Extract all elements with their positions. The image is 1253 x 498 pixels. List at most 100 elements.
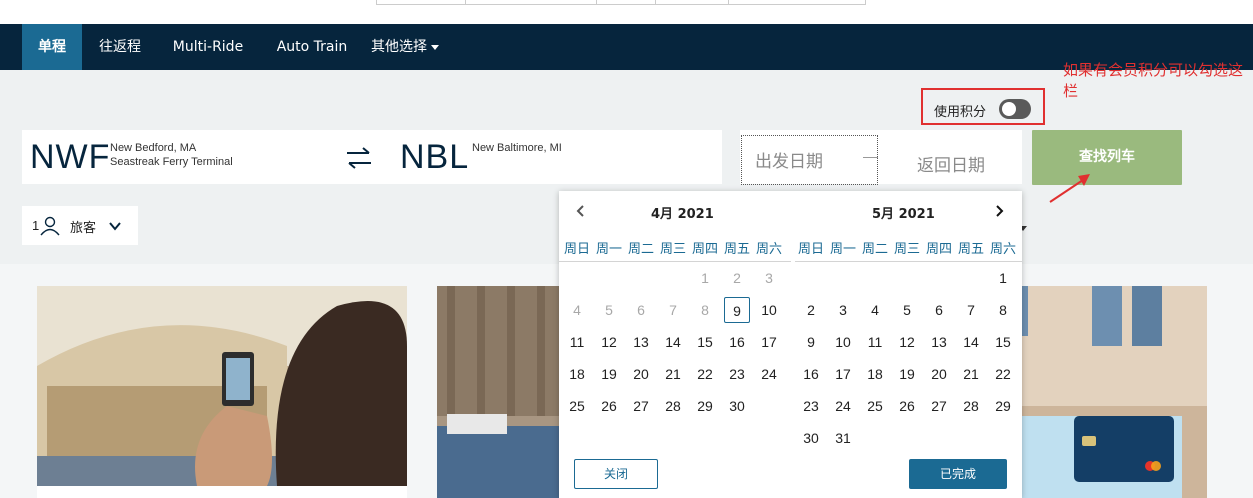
calendar-day[interactable]: 1 <box>990 265 1016 291</box>
weekday-divider <box>559 261 791 262</box>
use-points-label: 使用积分 <box>934 105 987 120</box>
date-separator <box>863 157 878 158</box>
destination-station-code[interactable]: NBL <box>400 138 469 177</box>
calendar-day[interactable]: 26 <box>596 393 622 419</box>
top-toolbar-strip <box>0 0 1253 24</box>
tab-more-options[interactable]: 其他选择 <box>364 24 446 70</box>
calendar-day[interactable]: 16 <box>798 361 824 387</box>
calendar-day[interactable]: 31 <box>830 425 856 451</box>
calendar-day[interactable]: 28 <box>660 393 686 419</box>
weekday-label: 周四 <box>925 242 952 257</box>
passenger-selector[interactable]: 1 旅客 <box>22 206 138 245</box>
tab-auto-train[interactable]: Auto Train <box>266 24 358 70</box>
calendar-day[interactable]: 22 <box>692 361 718 387</box>
return-date-field[interactable]: 返回日期 <box>917 151 985 176</box>
calendar-day[interactable]: 16 <box>724 329 750 355</box>
calendar-day[interactable]: 24 <box>756 361 782 387</box>
calendar-day[interactable]: 23 <box>798 393 824 419</box>
calendar-day[interactable]: 30 <box>724 393 750 419</box>
calendar-day[interactable]: 25 <box>862 393 888 419</box>
calendar-day[interactable]: 19 <box>894 361 920 387</box>
weekday-label: 周六 <box>755 242 782 257</box>
tab-round-trip[interactable]: 往返程 <box>86 24 154 70</box>
passenger-count: 1 <box>32 218 40 233</box>
calendar-day[interactable]: 29 <box>990 393 1016 419</box>
calendar-day[interactable]: 3 <box>830 297 856 323</box>
tab-one-way[interactable]: 单程 <box>22 24 82 70</box>
tab-more-options-label: 其他选择 <box>371 39 427 55</box>
calendar-day[interactable]: 24 <box>830 393 856 419</box>
depart-date-placeholder: 出发日期 <box>755 152 823 172</box>
calendar-day[interactable]: 27 <box>926 393 952 419</box>
calendar-day[interactable]: 10 <box>756 297 782 323</box>
calendar-day[interactable]: 6 <box>926 297 952 323</box>
calendar-day[interactable]: 28 <box>958 393 984 419</box>
promo-card-station-photo[interactable] <box>37 286 407 498</box>
calendar-day[interactable]: 30 <box>798 425 824 451</box>
calendar-done-button[interactable]: 已完成 <box>909 459 1007 489</box>
promo-card-bedroom-photo[interactable] <box>437 286 559 498</box>
calendar-day[interactable]: 13 <box>628 329 654 355</box>
calendar-day[interactable]: 14 <box>660 329 686 355</box>
weekday-label: 周日 <box>563 242 590 257</box>
route-selector: NWF New Bedford, MA Seastreak Ferry Term… <box>22 130 722 184</box>
origin-station-name: Seastreak Ferry Terminal <box>110 156 233 168</box>
calendar-day[interactable]: 5 <box>894 297 920 323</box>
calendar-day[interactable]: 8 <box>990 297 1016 323</box>
calendar-day[interactable]: 15 <box>990 329 1016 355</box>
top-toolbar-segment <box>376 0 466 5</box>
calendar-day[interactable]: 17 <box>830 361 856 387</box>
calendar-close-button[interactable]: 关闭 <box>574 459 658 489</box>
weekday-divider <box>795 261 1022 262</box>
calendar-day[interactable]: 12 <box>596 329 622 355</box>
top-toolbar-segment <box>465 0 597 5</box>
calendar-day[interactable]: 4 <box>862 297 888 323</box>
calendar-day[interactable]: 18 <box>862 361 888 387</box>
promo-card-beach-credit-card[interactable] <box>1022 286 1207 498</box>
weekday-label: 周二 <box>627 242 654 257</box>
calendar-day[interactable]: 11 <box>564 329 590 355</box>
calendar-day[interactable]: 19 <box>596 361 622 387</box>
weekday-label: 周日 <box>797 242 824 257</box>
use-points-toggle[interactable] <box>999 99 1031 119</box>
weekday-label: 周三 <box>659 242 686 257</box>
bedroom-photo-image <box>437 286 559 498</box>
calendar-day[interactable]: 26 <box>894 393 920 419</box>
toggle-knob <box>1002 102 1016 116</box>
calendar-day[interactable]: 21 <box>660 361 686 387</box>
calendar-day[interactable]: 12 <box>894 329 920 355</box>
destination-city: New Baltimore, MI <box>472 142 562 154</box>
calendar-day[interactable]: 14 <box>958 329 984 355</box>
weekday-label: 周五 <box>723 242 750 257</box>
calendar-day[interactable]: 20 <box>926 361 952 387</box>
calendar-day[interactable]: 9 <box>798 329 824 355</box>
calendar-day[interactable]: 27 <box>628 393 654 419</box>
calendar-day: 8 <box>701 302 709 318</box>
calendar-day[interactable]: 21 <box>958 361 984 387</box>
calendar-day[interactable]: 7 <box>958 297 984 323</box>
calendar-day[interactable]: 17 <box>756 329 782 355</box>
top-toolbar-segment <box>596 0 656 5</box>
calendar-day[interactable]: 10 <box>830 329 856 355</box>
calendar-day[interactable]: 11 <box>862 329 888 355</box>
calendar-day[interactable]: 22 <box>990 361 1016 387</box>
weekday-label: 周一 <box>595 242 622 257</box>
tab-multi-ride[interactable]: Multi-Ride <box>162 24 254 70</box>
calendar-day[interactable]: 9 <box>724 297 750 323</box>
calendar-day[interactable]: 29 <box>692 393 718 419</box>
station-photo-image <box>37 286 407 498</box>
calendar-day[interactable]: 25 <box>564 393 590 419</box>
origin-station-code[interactable]: NWF <box>30 138 110 177</box>
calendar-day[interactable]: 20 <box>628 361 654 387</box>
calendar-day[interactable]: 13 <box>926 329 952 355</box>
swap-stations-icon[interactable] <box>345 144 373 172</box>
calendar-day[interactable]: 15 <box>692 329 718 355</box>
date-selector: 出发日期 返回日期 <box>740 130 1022 185</box>
chevron-left-icon[interactable] <box>573 203 589 219</box>
calendar-day[interactable]: 23 <box>724 361 750 387</box>
top-toolbar-segment <box>728 0 866 5</box>
calendar-day[interactable]: 18 <box>564 361 590 387</box>
calendar-day[interactable]: 2 <box>798 297 824 323</box>
chevron-right-icon[interactable] <box>991 203 1007 219</box>
origin-city: New Bedford, MA <box>110 142 197 154</box>
